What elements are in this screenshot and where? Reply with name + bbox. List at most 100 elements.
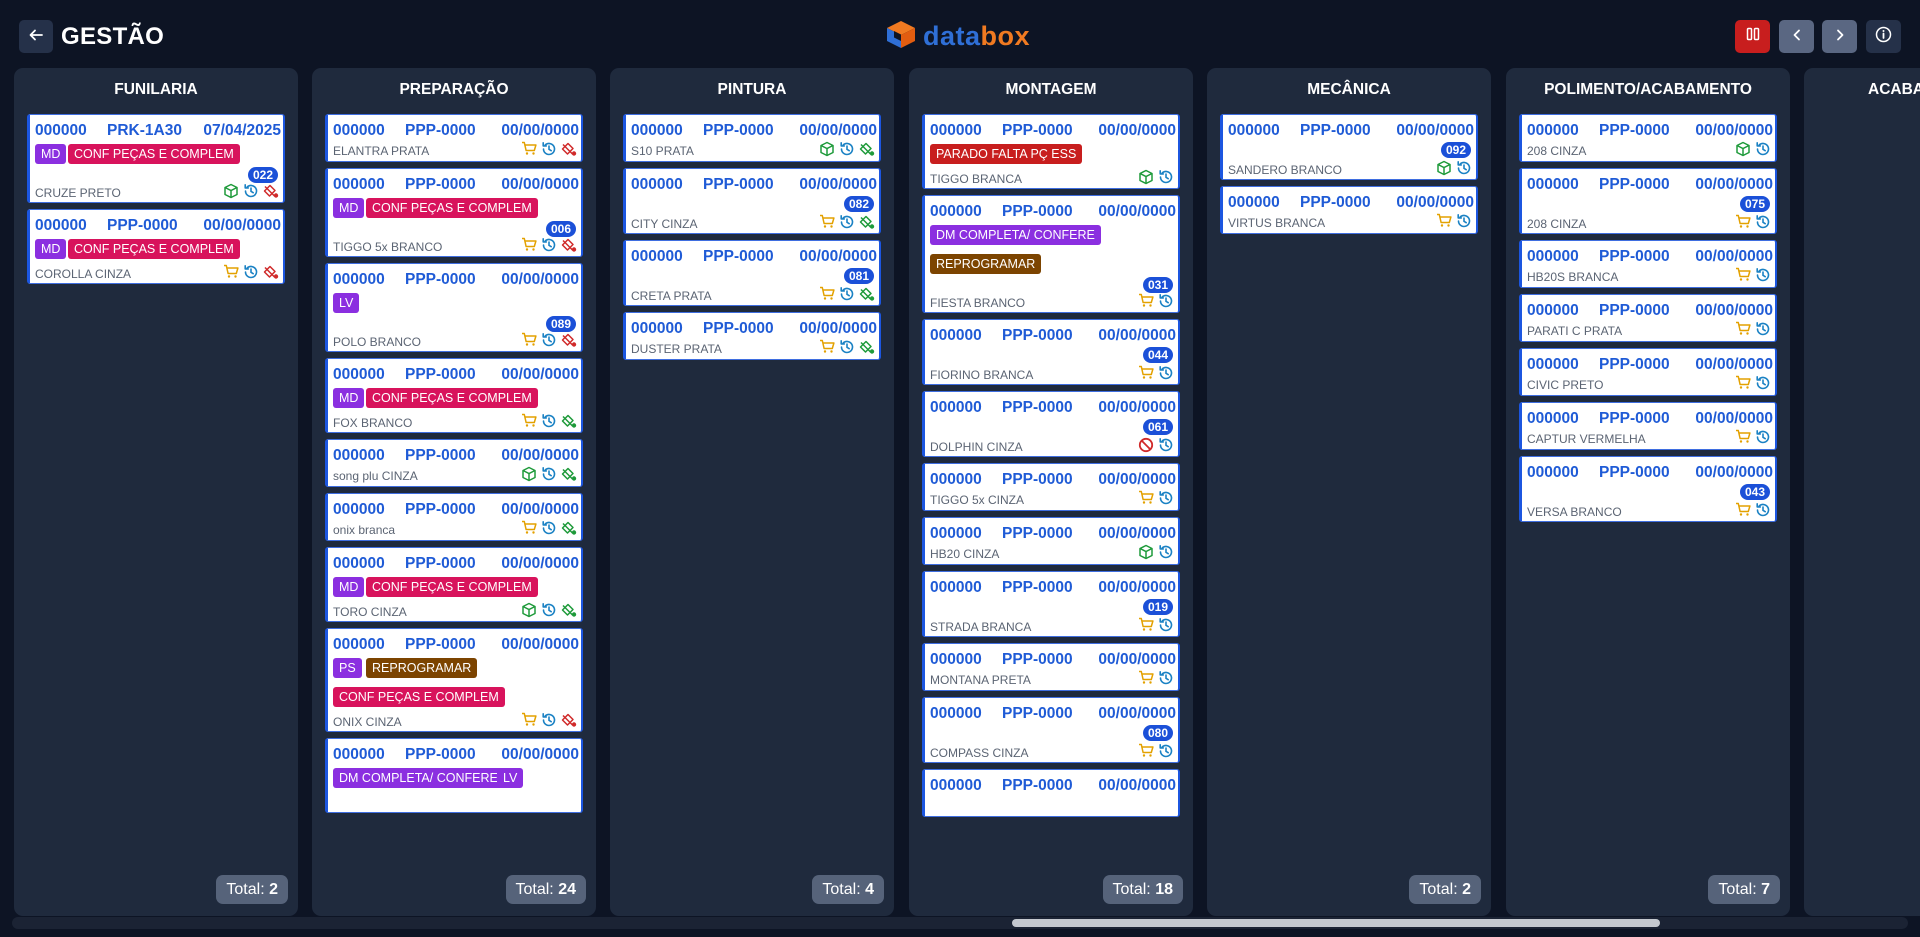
cart-icon[interactable] (520, 711, 537, 728)
paint-bucket-green-icon[interactable] (858, 140, 875, 157)
service-card[interactable]: 000000 PPP-0000 00/00/0000 TIGGO 5x CINZA (922, 463, 1180, 511)
cart-icon[interactable] (1137, 489, 1154, 506)
service-card[interactable]: 000000 PPP-0000 00/00/0000 DUSTER PRATA (623, 312, 881, 360)
service-card[interactable]: 000000 PPP-0000 00/00/0000 (922, 769, 1180, 817)
cart-icon[interactable] (818, 285, 835, 302)
scrollbar-thumb[interactable] (1012, 919, 1660, 927)
horizontal-scrollbar[interactable] (12, 917, 1908, 929)
paint-bucket-red-icon[interactable] (560, 331, 577, 348)
service-card[interactable]: 000000 PPP-0000 00/00/0000 DM COMPLETA/ CON… (922, 195, 1180, 313)
history-icon[interactable] (1754, 501, 1771, 518)
cart-icon[interactable] (520, 519, 537, 536)
next-button[interactable] (1822, 20, 1857, 53)
cart-icon[interactable] (1734, 501, 1751, 518)
cart-icon[interactable] (1734, 374, 1751, 391)
paint-bucket-green-icon[interactable] (858, 285, 875, 302)
cart-icon[interactable] (222, 263, 239, 280)
history-icon[interactable] (1157, 168, 1174, 185)
cart-icon[interactable] (1137, 742, 1154, 759)
paint-bucket-red-icon[interactable] (262, 263, 279, 280)
service-card[interactable]: 000000 PPP-0000 00/00/0000 080 COMPASS CINZA (922, 697, 1180, 763)
history-icon[interactable] (540, 236, 557, 253)
paint-bucket-red-icon[interactable] (560, 236, 577, 253)
history-icon[interactable] (1157, 292, 1174, 309)
cart-icon[interactable] (520, 331, 537, 348)
history-icon[interactable] (838, 285, 855, 302)
package-icon[interactable] (1137, 168, 1154, 185)
service-card[interactable]: 000000 PPP-0000 00/00/0000 PARADO FALTA PÇ … (922, 114, 1180, 189)
service-card[interactable]: 000000 PPP-0000 00/00/0000 song plu CINZA (325, 439, 583, 487)
service-card[interactable]: 000000 PPP-0000 00/00/0000 VIRTUS BRANCA (1220, 186, 1478, 234)
service-card[interactable]: 000000 PRK-1A30 07/04/2025 MD CONF PEÇAS E C… (27, 114, 285, 203)
history-icon[interactable] (1754, 213, 1771, 230)
service-card[interactable]: 000000 PPP-0000 00/00/0000 061 DOLPHIN CINZA (922, 391, 1180, 457)
history-icon[interactable] (540, 331, 557, 348)
service-card[interactable]: 000000 PPP-0000 00/00/0000 MD CONF PEÇAS E C… (325, 168, 583, 257)
package-icon[interactable] (1435, 159, 1452, 176)
paint-bucket-green-icon[interactable] (560, 601, 577, 618)
history-icon[interactable] (1157, 669, 1174, 686)
service-card[interactable]: 000000 PPP-0000 00/00/0000 ELANTRA PRATA (325, 114, 583, 162)
info-button[interactable] (1866, 20, 1901, 53)
service-card[interactable]: 000000 PPP-0000 00/00/0000 082 CITY CINZA (623, 168, 881, 234)
history-icon[interactable] (1157, 489, 1174, 506)
history-icon[interactable] (1455, 159, 1472, 176)
service-card[interactable]: 000000 PPP-0000 00/00/0000 MD CONF PEÇAS E C… (27, 209, 285, 284)
history-icon[interactable] (1754, 266, 1771, 283)
history-icon[interactable] (838, 338, 855, 355)
history-icon[interactable] (540, 140, 557, 157)
history-icon[interactable] (242, 263, 259, 280)
history-icon[interactable] (242, 182, 259, 199)
service-card[interactable]: 000000 PPP-0000 00/00/0000 081 CRETA PRATA (623, 240, 881, 306)
paint-bucket-red-icon[interactable] (560, 140, 577, 157)
cart-icon[interactable] (520, 236, 537, 253)
cart-icon[interactable] (1734, 320, 1751, 337)
service-card[interactable]: 000000 PPP-0000 00/00/0000 CIVIC PRETO (1519, 348, 1777, 396)
history-icon[interactable] (540, 601, 557, 618)
history-icon[interactable] (540, 711, 557, 728)
history-icon[interactable] (838, 140, 855, 157)
service-card[interactable]: 000000 PPP-0000 00/00/0000 044 FIORINO BRANC… (922, 319, 1180, 385)
ban-icon[interactable] (1137, 436, 1154, 453)
history-icon[interactable] (838, 213, 855, 230)
service-card[interactable]: 000000 PPP-0000 00/00/0000 PS REPROGRAMAR CON… (325, 628, 583, 732)
service-card[interactable]: 000000 PPP-0000 00/00/0000 MD CONF PEÇAS E C… (325, 358, 583, 433)
service-card[interactable]: 000000 PPP-0000 00/00/0000 043 VERSA BRANCO (1519, 456, 1777, 522)
package-icon[interactable] (222, 182, 239, 199)
history-icon[interactable] (1157, 616, 1174, 633)
package-icon[interactable] (1137, 543, 1154, 560)
cart-icon[interactable] (1734, 213, 1751, 230)
history-icon[interactable] (1754, 140, 1771, 157)
cart-icon[interactable] (818, 338, 835, 355)
columns-view-button[interactable] (1735, 20, 1770, 53)
back-button[interactable] (19, 20, 53, 53)
paint-bucket-green-icon[interactable] (560, 519, 577, 536)
history-icon[interactable] (540, 519, 557, 536)
service-card[interactable]: 000000 PPP-0000 00/00/0000 MD CONF PEÇAS E C… (325, 547, 583, 622)
history-icon[interactable] (1754, 374, 1771, 391)
cart-icon[interactable] (1734, 266, 1751, 283)
cart-icon[interactable] (1137, 292, 1154, 309)
package-icon[interactable] (818, 140, 835, 157)
service-card[interactable]: 000000 PPP-0000 00/00/0000 CAPTUR VERMELHA (1519, 402, 1777, 450)
paint-bucket-green-icon[interactable] (858, 338, 875, 355)
cart-icon[interactable] (1734, 428, 1751, 445)
package-icon[interactable] (520, 465, 537, 482)
history-icon[interactable] (540, 412, 557, 429)
paint-bucket-red-icon[interactable] (262, 182, 279, 199)
history-icon[interactable] (1157, 543, 1174, 560)
service-card[interactable]: 000000 PPP-0000 00/00/0000 onix branca (325, 493, 583, 541)
paint-bucket-red-icon[interactable] (560, 711, 577, 728)
cart-icon[interactable] (1137, 616, 1154, 633)
history-icon[interactable] (1455, 212, 1472, 229)
cart-icon[interactable] (818, 213, 835, 230)
service-card[interactable]: 000000 PPP-0000 00/00/0000 DM COMPLETA/ CON… (325, 738, 583, 813)
history-icon[interactable] (1157, 742, 1174, 759)
history-icon[interactable] (540, 465, 557, 482)
service-card[interactable]: 000000 PPP-0000 00/00/0000 PARATI C PRATA (1519, 294, 1777, 342)
service-card[interactable]: 000000 PPP-0000 00/00/0000 MONTANA PRETA (922, 643, 1180, 691)
history-icon[interactable] (1157, 364, 1174, 381)
service-card[interactable]: 000000 PPP-0000 00/00/0000 HB20 CINZA (922, 517, 1180, 565)
cart-icon[interactable] (1137, 364, 1154, 381)
paint-bucket-green-icon[interactable] (560, 465, 577, 482)
